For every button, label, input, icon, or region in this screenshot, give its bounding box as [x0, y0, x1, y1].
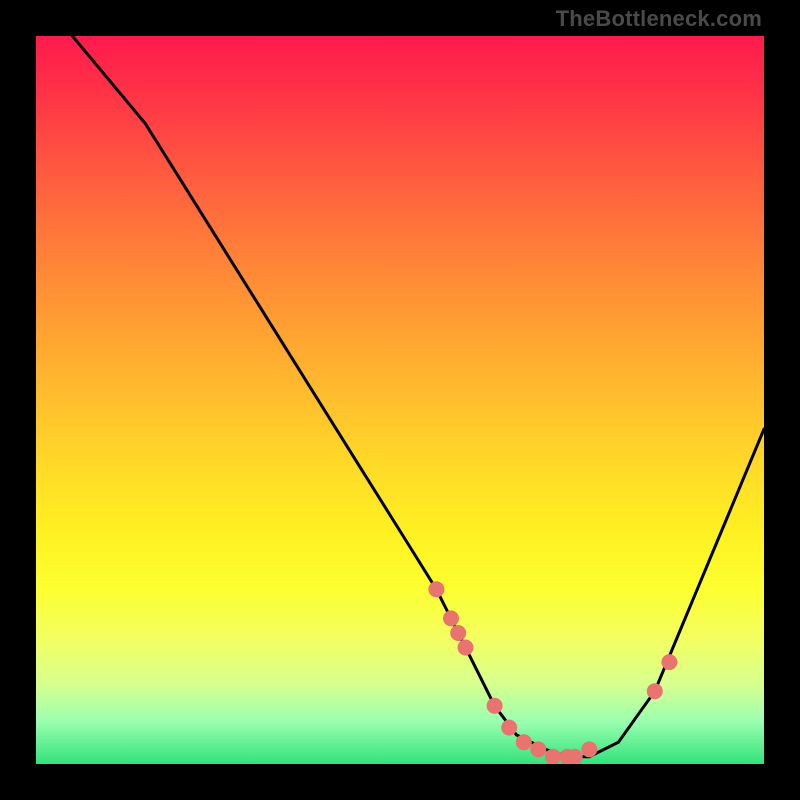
- marker-point: [567, 749, 583, 764]
- marker-point: [458, 640, 474, 656]
- marker-point: [661, 654, 677, 670]
- marker-point: [516, 734, 532, 750]
- watermark-text: TheBottleneck.com: [556, 6, 762, 32]
- marker-point: [443, 610, 459, 626]
- marker-point: [581, 741, 597, 757]
- marker-point: [545, 749, 561, 764]
- marker-point: [501, 720, 517, 736]
- highlight-markers: [428, 581, 677, 764]
- marker-point: [530, 741, 546, 757]
- marker-point: [487, 698, 503, 714]
- plot-area: [36, 36, 764, 764]
- marker-point: [450, 625, 466, 641]
- chart-frame: TheBottleneck.com: [0, 0, 800, 800]
- curve-svg: [36, 36, 764, 764]
- marker-point: [647, 683, 663, 699]
- marker-point: [428, 581, 444, 597]
- bottleneck-curve: [72, 36, 764, 757]
